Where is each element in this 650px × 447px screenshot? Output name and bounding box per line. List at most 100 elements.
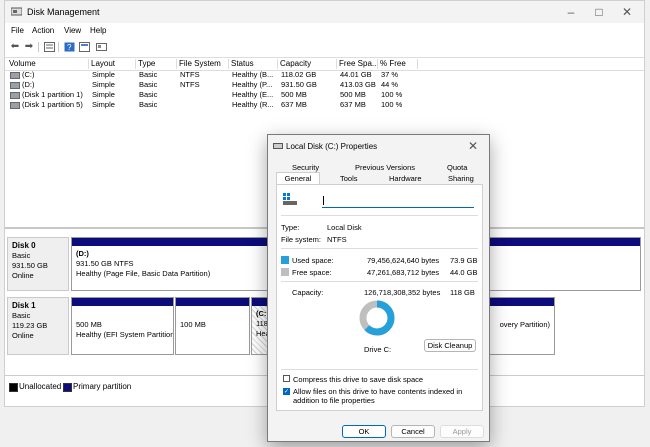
disk-type: Basic	[12, 311, 31, 320]
used-space-swatch	[281, 256, 289, 264]
forward-arrow-icon[interactable]: ➡	[23, 41, 35, 52]
volume-status: Healthy (P...	[232, 80, 273, 89]
compress-label: Compress this drive to save disk space	[293, 375, 424, 384]
drive-icon	[10, 81, 20, 89]
divider	[281, 215, 478, 216]
volume-free-space: 413.03 GB	[340, 80, 376, 89]
volume-name: (Disk 1 partition 1)	[7, 90, 89, 99]
tab-previous-versions[interactable]: Previous Versions	[355, 163, 415, 172]
disk-management-icon	[11, 7, 22, 16]
column-header-free-space[interactable]: Free Spa...	[337, 59, 378, 69]
maximize-button[interactable]: □	[585, 3, 613, 21]
free-space-swatch	[281, 268, 289, 276]
tab-tools[interactable]: Tools	[340, 174, 358, 183]
tab-quota[interactable]: Quota	[447, 163, 467, 172]
back-arrow-icon[interactable]: ⬅	[9, 41, 21, 52]
volume-percent-free: 100 %	[381, 90, 403, 99]
menu-file[interactable]: File	[11, 26, 24, 35]
divider	[281, 369, 478, 370]
menu-help[interactable]: Help	[90, 26, 106, 35]
volume-type: Basic	[139, 80, 158, 89]
used-space-gb: 73.9 GB	[450, 256, 478, 265]
partition-reserved[interactable]: 100 MB	[175, 297, 250, 355]
column-header-layout[interactable]: Layout	[89, 59, 136, 69]
drive-icon	[10, 71, 20, 79]
toolbar-separator	[58, 42, 59, 52]
type-label: Type:	[281, 223, 300, 232]
volume-row[interactable]: (Disk 1 partition 1) Simple Basic Health…	[5, 90, 644, 100]
disk-name: Disk 1	[12, 301, 36, 310]
refresh-icon[interactable]	[78, 41, 90, 52]
partition-title: (D:)	[76, 249, 89, 258]
disk-status: Online	[12, 331, 34, 340]
cancel-button[interactable]: Cancel	[391, 425, 435, 438]
capacity-bytes: 126,718,308,352 bytes	[364, 288, 441, 297]
volume-percent-free: 100 %	[381, 100, 403, 109]
drive-label: Drive C:	[364, 345, 392, 354]
disk-size: 119.23 GB	[12, 321, 48, 330]
volume-status: Healthy (R...	[232, 100, 274, 109]
drive-name-input[interactable]	[322, 195, 474, 208]
divider	[281, 248, 478, 249]
compress-checkbox[interactable]	[283, 375, 290, 382]
column-header-percent-free[interactable]: % Free	[378, 59, 418, 69]
free-space-gb: 44.0 GB	[450, 268, 478, 277]
partition-efi[interactable]: 500 MB Healthy (EFI System Partition	[71, 297, 174, 355]
partition-title: (C:	[256, 309, 267, 318]
volume-percent-free: 44 %	[381, 80, 399, 89]
dialog-close-button[interactable]: ✕	[468, 139, 478, 153]
divider	[281, 281, 478, 282]
column-header-capacity[interactable]: Capacity	[278, 59, 337, 69]
column-header-volume[interactable]: Volume	[7, 59, 89, 69]
disk-cleanup-button[interactable]: Disk Cleanup	[424, 339, 476, 352]
close-button[interactable]: ✕	[613, 3, 641, 21]
volume-status: Healthy (B...	[232, 70, 274, 79]
drive-icon	[10, 101, 20, 109]
tab-security[interactable]: Security	[292, 163, 319, 172]
properties-icon[interactable]	[43, 41, 55, 52]
tab-sharing[interactable]: Sharing	[448, 174, 474, 183]
free-space-label: Free space:	[292, 268, 332, 277]
windows-drive-icon	[283, 193, 297, 205]
volume-file-system: NTFS	[180, 70, 200, 79]
index-checkbox[interactable]: ✓	[283, 388, 290, 395]
menu-action[interactable]: Action	[32, 26, 54, 35]
ok-button[interactable]: OK	[342, 425, 386, 438]
tab-general[interactable]: General	[276, 172, 320, 184]
volume-type: Basic	[139, 70, 158, 79]
volume-row[interactable]: (C:) Simple Basic NTFS Healthy (B... 118…	[5, 70, 644, 80]
partition-size: 100 MB	[180, 320, 206, 329]
toolbar-separator	[38, 42, 39, 52]
column-header-status[interactable]: Status	[229, 59, 278, 69]
volume-percent-free: 37 %	[381, 70, 399, 79]
disk-0-label[interactable]: Disk 0 Basic 931.50 GB Online	[7, 237, 69, 291]
disk-size: 931.50 GB	[12, 261, 48, 270]
capacity-label: Capacity:	[292, 288, 324, 297]
drive-icon	[273, 143, 283, 149]
disk-1-label[interactable]: Disk 1 Basic 119.23 GB Online	[7, 297, 69, 355]
disk-name: Disk 0	[12, 241, 36, 250]
legend-primary-partition: Primary partition	[73, 382, 132, 391]
volume-row[interactable]: (Disk 1 partition 5) Simple Basic Health…	[5, 100, 644, 110]
help-icon[interactable]: ?	[63, 41, 75, 52]
volume-layout: Simple	[92, 80, 115, 89]
column-header-type[interactable]: Type	[136, 59, 177, 69]
text-cursor	[323, 196, 324, 205]
free-space-bytes: 47,261,683,712 bytes	[367, 268, 440, 277]
used-space-label: Used space:	[292, 256, 334, 265]
dialog-title-bar: Local Disk (C:) Properties ✕	[268, 135, 489, 157]
menu-view[interactable]: View	[64, 26, 81, 35]
menu-bar: File Action View Help	[5, 23, 644, 39]
column-header-file-system[interactable]: File System	[177, 59, 229, 69]
minimize-button[interactable]: –	[557, 3, 585, 21]
dialog-title: Local Disk (C:) Properties	[286, 142, 378, 151]
volume-row[interactable]: (D:) Simple Basic NTFS Healthy (P... 931…	[5, 80, 644, 90]
partition-status: Healthy (Page File, Basic Data Partition…	[76, 269, 211, 278]
apply-button[interactable]: Apply	[440, 425, 484, 438]
volume-free-space: 44.01 GB	[340, 70, 372, 79]
tab-hardware[interactable]: Hardware	[389, 174, 422, 183]
volume-list-header: Volume Layout Type File System Status Ca…	[5, 57, 644, 71]
type-value: Local Disk	[327, 223, 362, 232]
view-icon[interactable]	[95, 41, 107, 52]
volume-capacity: 931.50 GB	[281, 80, 317, 89]
